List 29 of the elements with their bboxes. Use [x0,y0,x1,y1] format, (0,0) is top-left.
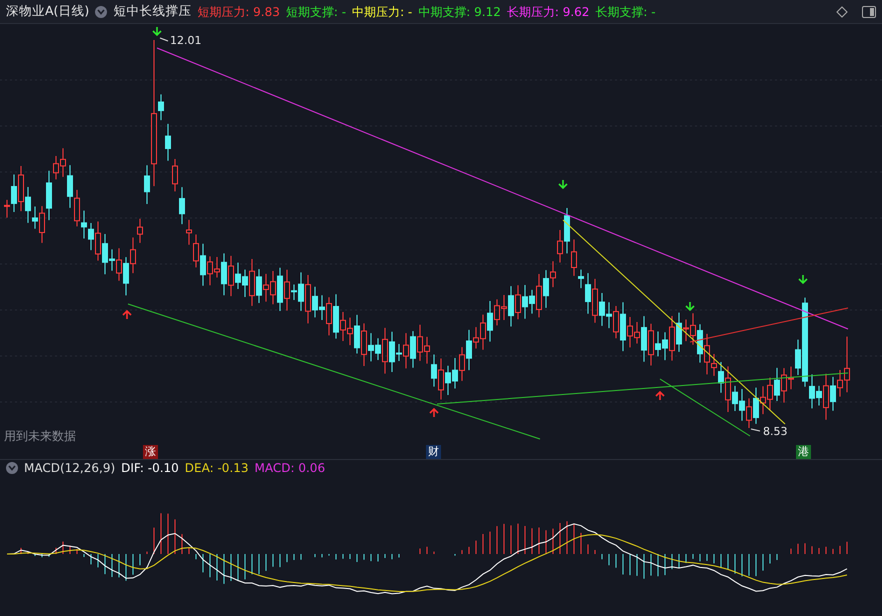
indicator-value: 长期压力: 9.62 [506,4,590,20]
arrow-icon [122,310,132,320]
note-text: 用到未来数据 [4,428,76,445]
indicator-value: 中期压力: - [352,4,412,20]
event-marker: 财 [426,445,441,459]
leader-line [750,428,760,432]
arrow-icon [655,390,665,401]
macd-value: MACD: 0.06 [254,460,326,477]
price-label: 12.01 [170,34,202,47]
event-marker: 港 [796,445,811,459]
indicator-value: 中期支撑: 9.12 [418,4,501,20]
macd-title: MACD(12,26,9) [24,460,116,477]
dropdown-icon[interactable] [6,462,18,474]
dropdown-icon[interactable] [95,6,108,18]
leader-line [160,38,168,42]
event-marker: 涨 [143,445,158,459]
arrow-icon [152,26,162,36]
arrow-icon [685,301,695,312]
macd-value: DIF: -0.10 [121,460,179,477]
indicator-value: 短期压力: 9.83 [197,4,280,20]
arrow-icon [429,408,439,418]
macd-value: DEA: -0.13 [184,460,249,477]
price-label: 8.53 [763,425,788,438]
stock-title: 深物业A(日线) [6,2,90,20]
arrow-icon [798,274,808,284]
indicator-value: 长期支撑: - [595,4,656,20]
arrow-icon [558,179,568,190]
indicator-name: 短中长线撑压 [113,2,192,20]
indicator-value: 短期支撑: - [286,4,346,20]
